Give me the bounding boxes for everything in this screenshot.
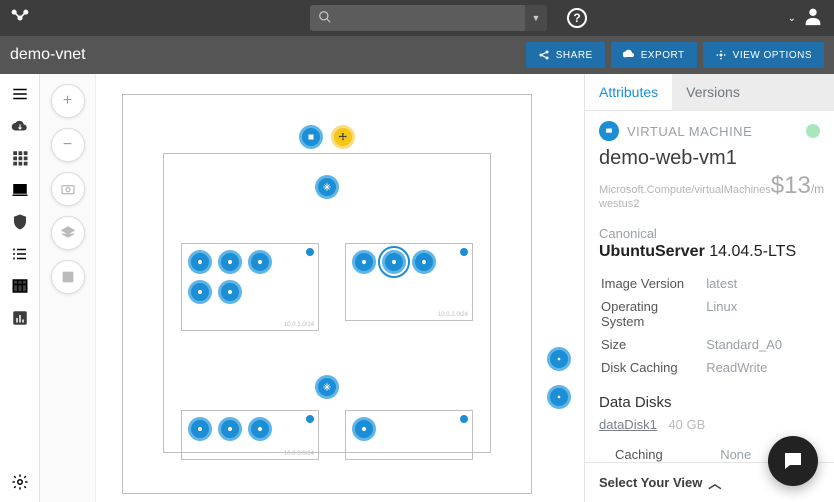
diagram-canvas[interactable]: 10.0.1.0/24 10.0.2.0/24 10 [96, 74, 584, 502]
diagram-vm-node[interactable] [248, 250, 272, 274]
diagram-hub-node[interactable] [315, 175, 339, 199]
resource-type-label: VIRTUAL MACHINE [627, 124, 752, 139]
attr-value: ReadWrite [706, 357, 818, 378]
nav-settings-icon[interactable] [10, 472, 30, 492]
diagram-node[interactable] [299, 125, 323, 149]
share-button[interactable]: SHARE [526, 42, 605, 68]
sku-value: 14.04.5-LTS [709, 243, 796, 260]
nav-cloud-icon[interactable] [10, 116, 30, 136]
search-icon [318, 10, 332, 27]
zoom-out-button[interactable]: − [51, 128, 85, 162]
diagram-move-node[interactable] [331, 125, 355, 149]
help-icon[interactable]: ? [567, 8, 587, 28]
diagram-vm-node[interactable] [218, 280, 242, 304]
corner-indicator [306, 415, 314, 423]
diagram-group[interactable]: 10.0.1.0/24 [181, 243, 319, 331]
nav-laptop-icon[interactable] [10, 180, 30, 200]
zoom-in-button[interactable]: + [51, 84, 85, 118]
diagram-vm-node[interactable] [248, 417, 272, 441]
attr-value: latest [706, 273, 818, 294]
diagram-vm-node[interactable] [188, 250, 212, 274]
corner-indicator [460, 415, 468, 423]
attr-key: Caching [615, 444, 718, 462]
corner-indicator [306, 248, 314, 256]
chevron-up-icon: ︿ [708, 473, 721, 492]
tool-focus-button[interactable] [51, 260, 85, 294]
nav-grid-icon[interactable] [10, 148, 30, 168]
price-value: $13 [771, 172, 811, 200]
diagram-group[interactable] [345, 410, 473, 460]
attr-value: Standard_A0 [706, 334, 818, 355]
attr-key: Image Version [601, 273, 704, 294]
diagram-group[interactable]: 10.0.2.0/24 [345, 243, 473, 321]
tool-layers-button[interactable] [51, 216, 85, 250]
nav-chart-icon[interactable] [10, 308, 30, 328]
corner-indicator [460, 248, 468, 256]
diagram-vm-node[interactable] [188, 280, 212, 304]
tool-camera-button[interactable] [51, 172, 85, 206]
nav-shield-icon[interactable] [10, 212, 30, 232]
diagram-vm-node[interactable] [218, 417, 242, 441]
diagram-vm-node[interactable] [352, 417, 376, 441]
export-button[interactable]: EXPORT [611, 42, 697, 68]
resource-type-icon [599, 121, 619, 141]
price-unit: /m [811, 182, 824, 196]
offer-value: UbuntuServer [599, 243, 705, 260]
attr-key: Disk Caching [601, 357, 704, 378]
diagram-vm-node[interactable] [352, 250, 376, 274]
data-disks-header: Data Disks [599, 394, 820, 411]
diagram-lb-node[interactable] [547, 347, 571, 371]
disk-size: 40 GB [668, 417, 705, 432]
tab-versions[interactable]: Versions [672, 74, 834, 110]
attr-value: Linux [706, 296, 818, 332]
search-input[interactable] [310, 5, 525, 31]
publisher-label: Canonical [599, 226, 820, 241]
disk-name-link[interactable]: dataDisk1 [599, 417, 657, 432]
status-indicator [806, 124, 820, 138]
user-menu[interactable]: ⌄ [788, 5, 824, 32]
nav-menu-icon[interactable] [10, 84, 30, 104]
app-logo[interactable] [10, 8, 30, 28]
diagram-lb-node[interactable] [547, 385, 571, 409]
resource-region: westus2 [599, 198, 771, 210]
resource-path: Microsoft.Compute/virtualMachines [599, 184, 771, 196]
search-dropdown-toggle[interactable]: ▼ [525, 5, 547, 31]
chevron-down-icon: ⌄ [788, 13, 796, 24]
attr-key: Size [601, 334, 704, 355]
diagram-vm-node[interactable] [218, 250, 242, 274]
diagram-hub-node[interactable] [315, 375, 339, 399]
diagram-group[interactable]: 10.0.3.0/24 [181, 410, 319, 460]
diagram-vm-node[interactable] [412, 250, 436, 274]
view-options-button[interactable]: VIEW OPTIONS [703, 42, 824, 68]
nav-table-icon[interactable] [10, 276, 30, 296]
nav-list-icon[interactable] [10, 244, 30, 264]
resource-name: demo-web-vm1 [599, 147, 820, 170]
diagram-vm-node[interactable] [188, 417, 212, 441]
diagram-vm-node-selected[interactable] [382, 250, 406, 274]
user-icon [802, 5, 824, 32]
tab-attributes[interactable]: Attributes [585, 74, 672, 110]
chat-launcher[interactable] [768, 436, 818, 486]
attr-key: Operating System [601, 296, 704, 332]
breadcrumb: demo-vnet [10, 46, 86, 64]
